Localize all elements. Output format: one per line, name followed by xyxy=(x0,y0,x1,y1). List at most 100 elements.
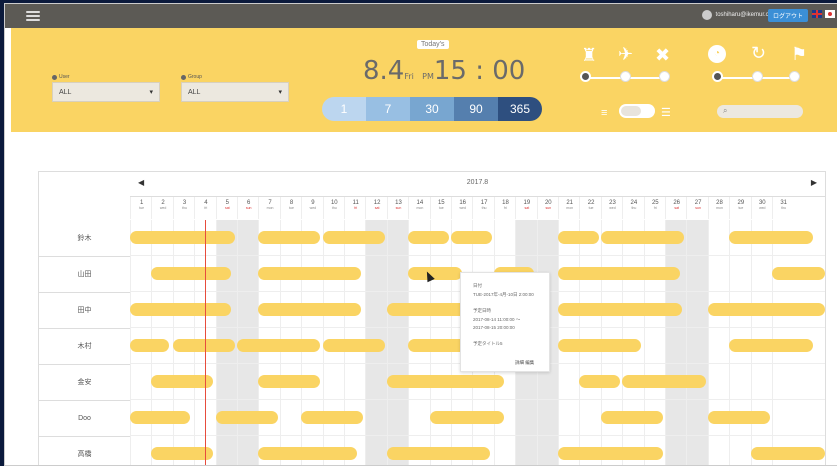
schedule-bar[interactable] xyxy=(130,339,169,352)
weekday-label: fri xyxy=(504,206,507,210)
schedule-bar[interactable] xyxy=(151,267,231,280)
range-button-30[interactable]: 30 xyxy=(410,97,454,121)
day-header: 19 sat xyxy=(515,197,537,219)
day-header: 27 sun xyxy=(686,197,708,219)
activity-slider-stop[interactable] xyxy=(620,71,631,82)
schedule-bar[interactable] xyxy=(237,339,321,352)
schedule-bar[interactable] xyxy=(558,303,683,316)
schedule-bar[interactable] xyxy=(322,231,385,244)
schedule-bar[interactable] xyxy=(258,447,357,460)
schedule-bar[interactable] xyxy=(558,447,663,460)
popup-actions[interactable]: 詳細 編集 xyxy=(515,360,534,366)
schedule-bar[interactable] xyxy=(429,411,505,424)
schedule-popup: 日付 TUE-2017年-4月-10日 2:00:00 予定日時 2017-08… xyxy=(460,272,550,372)
weekday-label: tue xyxy=(438,206,444,210)
range-button-7[interactable]: 7 xyxy=(366,97,410,121)
schedule-bar[interactable] xyxy=(130,411,190,424)
range-button-90[interactable]: 90 xyxy=(454,97,498,121)
uk-flag-icon[interactable] xyxy=(812,10,822,18)
schedule-bar[interactable] xyxy=(451,231,492,244)
schedule-bar[interactable] xyxy=(258,231,321,244)
schedule-bar[interactable] xyxy=(258,375,321,388)
list-icon: ☰ xyxy=(661,107,671,119)
schedule-bar[interactable] xyxy=(130,303,231,316)
search-input[interactable]: ⌕ xyxy=(717,105,803,118)
schedule-bar[interactable] xyxy=(729,231,813,244)
range-button-1[interactable]: 1 xyxy=(322,97,366,121)
schedule-bar[interactable] xyxy=(258,267,362,280)
schedule-bar[interactable] xyxy=(729,339,813,352)
control-header: User ALL ▾ Group ALL ▾ Today's 8.4Fri PM… xyxy=(11,28,837,132)
schedule-bar[interactable] xyxy=(579,375,621,388)
weekday-label: wed xyxy=(159,206,167,210)
row-divider xyxy=(130,255,825,256)
refresh-icon[interactable]: ↻ xyxy=(751,44,766,62)
weekday-label: fri xyxy=(204,206,208,210)
day-header: 31 thu xyxy=(772,197,794,219)
weekday-label: mon xyxy=(716,206,723,210)
schedule-bar[interactable] xyxy=(386,447,490,460)
member-name: Doo xyxy=(39,400,130,437)
flag-icon[interactable]: ⚑ xyxy=(791,45,807,63)
day-header: 29 tue xyxy=(729,197,751,219)
activity-slider-stop[interactable] xyxy=(659,71,670,82)
schedule-bar[interactable] xyxy=(558,231,599,244)
day-header: 4 fri xyxy=(194,197,216,219)
group-icon xyxy=(181,74,186,80)
weekday-label: wed xyxy=(609,206,616,210)
schedule-bar[interactable] xyxy=(322,339,385,352)
weekday-label: sun xyxy=(545,206,552,210)
schedule-bar[interactable] xyxy=(408,231,449,244)
weekday-label: sun xyxy=(395,206,402,210)
user-select[interactable]: ALL ▾ xyxy=(52,82,160,102)
schedule-bar[interactable] xyxy=(408,267,462,280)
schedule-bar[interactable] xyxy=(707,411,770,424)
weekday-label: wed xyxy=(759,206,766,210)
schedule-bar[interactable] xyxy=(408,339,466,352)
chevron-down-icon: ▾ xyxy=(149,89,153,96)
day-header: 3 thu xyxy=(172,197,195,219)
search-icon: ⌕ xyxy=(723,106,728,115)
tools-icon[interactable]: ✖ xyxy=(655,46,670,64)
status-slider-stop[interactable] xyxy=(789,71,800,82)
schedule-bar[interactable] xyxy=(707,303,825,316)
schedule-calendar: ◀ 2017.8 ▶ 1 tue 2 wed 3 thu 4 fri 5 sat 6 sun 7 mon 8… xyxy=(38,171,826,465)
schedule-bar[interactable] xyxy=(258,303,362,316)
group-select[interactable]: ALL ▾ xyxy=(181,82,289,102)
logout-button[interactable]: ログアウト xyxy=(767,9,808,22)
member-name: 高橋 xyxy=(39,436,130,465)
schedule-bar[interactable] xyxy=(772,267,825,280)
app-window: toshiharu@ikemur.co ログアウト User ALL ▾ Gro… xyxy=(4,3,837,466)
weekday-label: fri xyxy=(653,206,657,210)
popup-end: 2017-08-15 20:00:00 xyxy=(473,325,515,330)
weekday-label: tue xyxy=(289,206,294,210)
schedule-bar[interactable] xyxy=(750,447,825,460)
clock-icon[interactable]: ◔ xyxy=(708,45,726,63)
schedule-bar[interactable] xyxy=(558,339,642,352)
running-icon[interactable]: ✈ xyxy=(618,45,633,63)
day-header: 18 fri xyxy=(493,197,516,219)
schedule-bar[interactable] xyxy=(600,231,685,244)
status-slider-stop[interactable] xyxy=(752,71,763,82)
schedule-bar[interactable] xyxy=(301,411,364,424)
schedule-bar[interactable] xyxy=(172,339,235,352)
day-column xyxy=(665,220,687,465)
schedule-bar[interactable] xyxy=(558,267,680,280)
weekday-label: thu xyxy=(182,206,187,210)
status-slider-knob[interactable] xyxy=(712,71,723,82)
next-month-button[interactable]: ▶ xyxy=(811,178,817,187)
avatar xyxy=(701,10,712,20)
range-button-365[interactable]: 365 xyxy=(498,97,542,121)
schedule-bar[interactable] xyxy=(215,411,278,424)
view-toggle[interactable] xyxy=(619,104,655,118)
japan-flag-icon[interactable] xyxy=(825,10,835,18)
schedule-bar[interactable] xyxy=(622,375,706,388)
schedule-bar[interactable] xyxy=(600,411,663,424)
trophy-icon[interactable]: ♜ xyxy=(581,46,597,64)
schedule-bar[interactable] xyxy=(130,231,235,244)
today-button[interactable]: Today's xyxy=(417,40,449,49)
schedule-bar[interactable] xyxy=(386,375,505,388)
popup-date-label: 日付 xyxy=(473,283,482,288)
activity-slider-knob[interactable] xyxy=(580,71,591,82)
day-header: 5 sat xyxy=(215,197,238,219)
